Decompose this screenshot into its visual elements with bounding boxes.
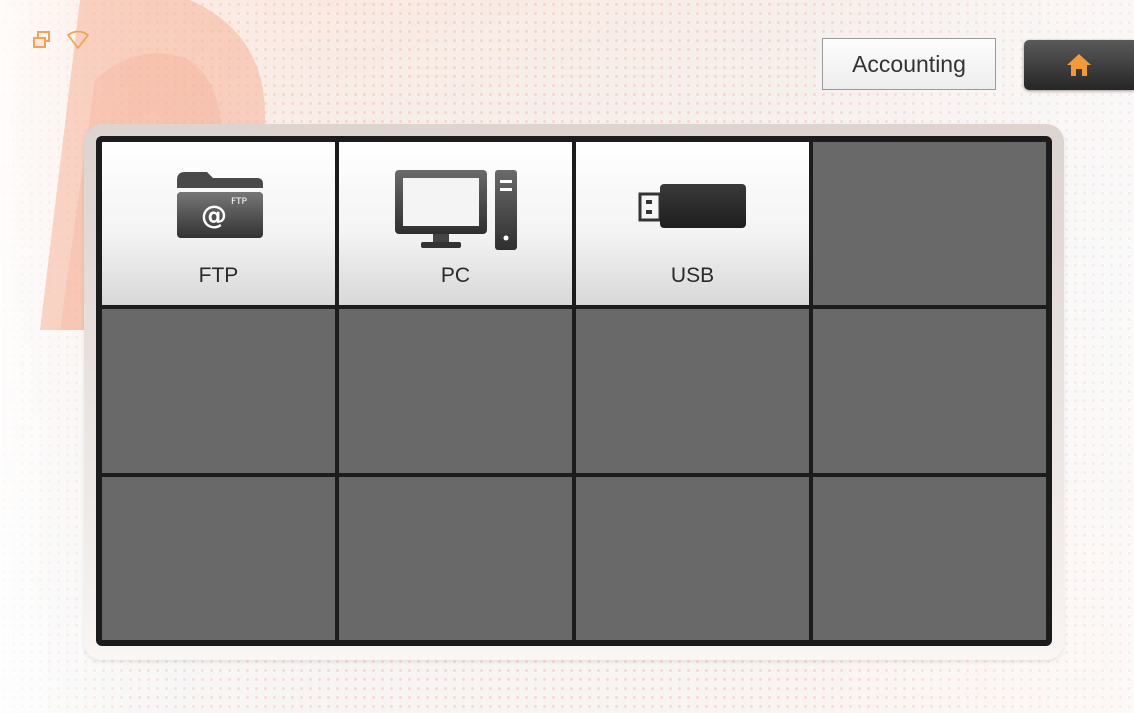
empty-tile [102, 476, 335, 640]
status-bar [32, 30, 90, 50]
empty-tile [813, 142, 1046, 306]
empty-tile [339, 476, 572, 640]
empty-tile [576, 309, 809, 473]
destination-tile-ftp[interactable]: @ FTP FTP [102, 142, 335, 306]
empty-tile [102, 309, 335, 473]
profile-label: Accounting [852, 50, 966, 77]
tile-label: USB [670, 264, 715, 287]
empty-tile [813, 309, 1046, 473]
destination-tile-usb[interactable]: USB [576, 142, 809, 306]
svg-text:@: @ [201, 201, 227, 231]
ftp-folder-icon: @ FTP [176, 172, 263, 238]
svg-text:FTP: FTP [231, 197, 248, 207]
home-icon [1067, 54, 1091, 76]
wifi-icon [67, 30, 89, 49]
profile-switch-icon [33, 31, 50, 48]
destination-grid: @ FTP FTP PC USB [96, 136, 1052, 646]
tile-label: FTP [198, 264, 239, 287]
empty-tile [339, 309, 572, 473]
pc-icon [394, 170, 517, 250]
profile-button[interactable]: Accounting [822, 38, 996, 90]
usb-drive-icon [638, 184, 746, 228]
empty-tile [576, 476, 809, 640]
home-button[interactable] [1024, 40, 1134, 90]
tile-label: PC [440, 264, 471, 287]
empty-tile [813, 476, 1046, 640]
destination-tile-pc[interactable]: PC [339, 142, 572, 306]
